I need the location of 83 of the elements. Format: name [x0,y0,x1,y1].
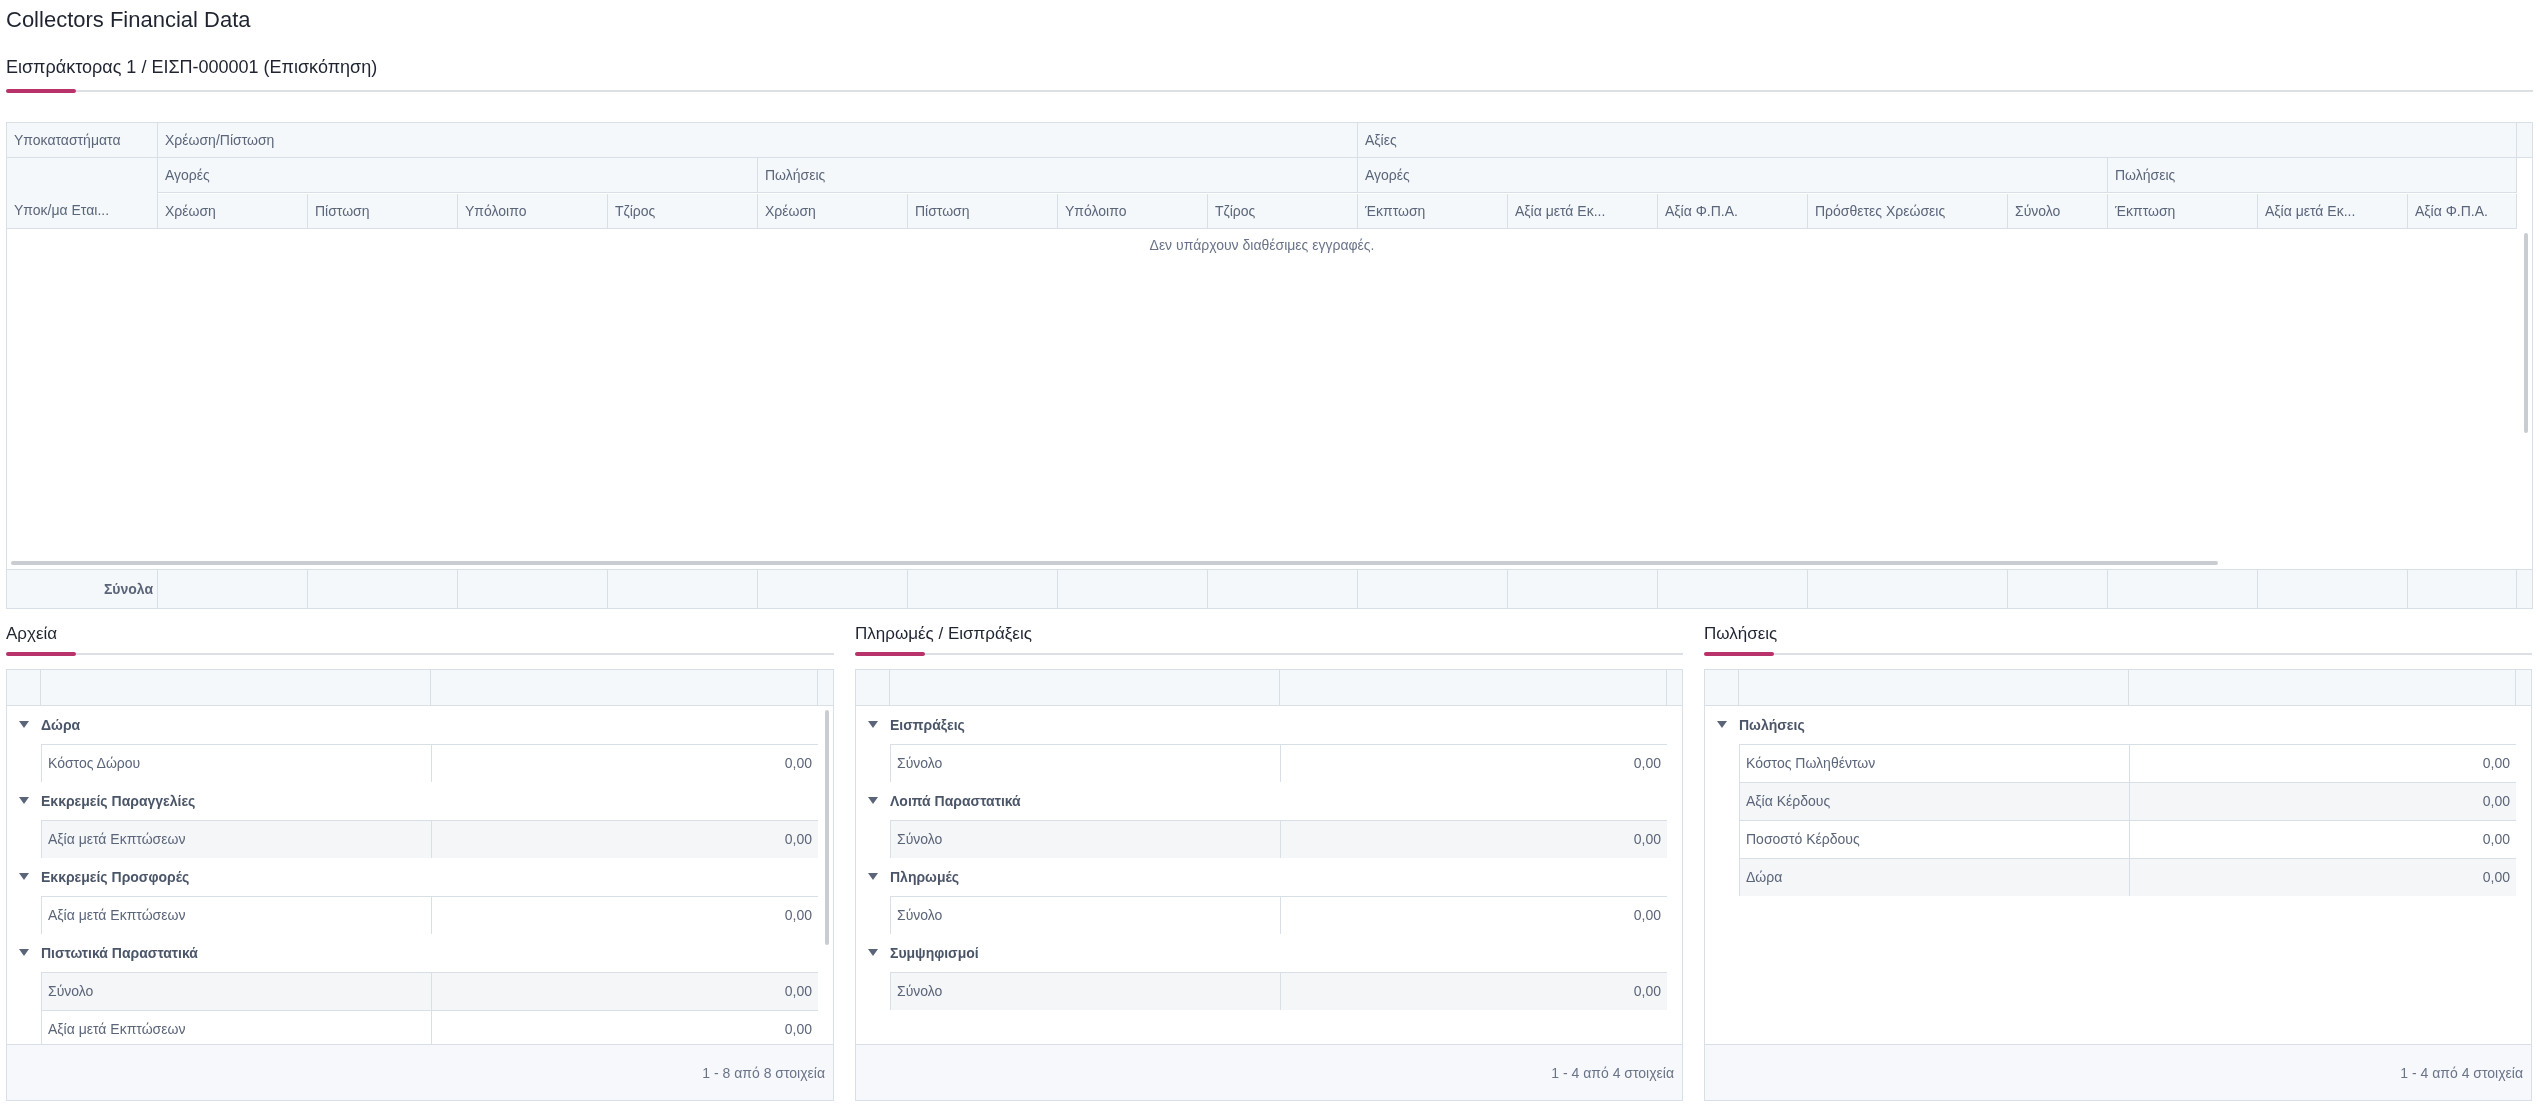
page-title: Collectors Financial Data [6,6,252,34]
table-cell: 0,00 [431,897,818,934]
caret-down-icon[interactable] [868,873,878,881]
table-cell: Αξία μετά Εκπτώσεων [41,821,431,858]
table-cell: Αξία μετά Εκπτώσεων [41,897,431,934]
caret-down-icon[interactable] [19,797,29,805]
column-group-header: Αγορές [1358,158,2108,193]
group-label: Εκκρεμείς Προσφορές [41,869,190,885]
table-cell: Αξία Κέρδους [1739,783,2129,820]
totals-label: Σύνολα [7,570,158,608]
table-cell: 0,00 [1280,821,1667,858]
column-header[interactable]: Αξία Φ.Π.Α. [1658,193,1808,229]
table-cell: Σύνολο [890,897,1280,934]
pager-info: 1 - 8 από 8 στοιχεία [702,1064,825,1081]
accent-bar [855,652,925,656]
group-label: Εκκρεμείς Παραγγελίες [41,793,196,809]
accent-bar [1704,652,1774,656]
group-label: Συμψηφισμοί [890,945,979,961]
caret-down-icon[interactable] [19,721,29,729]
column-header[interactable]: Υπόλοιπο [458,193,608,229]
table-cell: Σύνολο [890,745,1280,782]
table-cell: 0,00 [2129,745,2516,782]
table-cell: Κόστος Δώρου [41,745,431,782]
horizontal-scrollbar[interactable] [11,561,2218,565]
group-label: Πληρωμές [890,869,960,885]
accent-bar [6,89,76,93]
column-header[interactable]: Πρόσθετες Χρεώσεις [1808,193,2008,229]
table-cell: 0,00 [2129,821,2516,858]
group-label: Λοιπά Παραστατικά [890,793,1021,809]
section-title: Εισπράκτορας 1 / ΕΙΣΠ-000001 (Επισκόπηση) [6,56,378,79]
column-header[interactable]: Χρέωση [158,193,308,229]
table-cell: 0,00 [1280,745,1667,782]
group-label: Εισπράξεις [890,717,965,733]
table-cell: 0,00 [431,745,818,782]
column-header[interactable]: Αξία Φ.Π.Α. [2408,193,2517,229]
panel-title: Πληρωμές / Εισπράξεις [855,623,1032,645]
column-group-header: Χρέωση/Πίστωση [158,123,1358,158]
vertical-scrollbar[interactable] [2524,233,2528,433]
empty-message: Δεν υπάρχουν διαθέσιμες εγγραφές. [1148,237,1376,253]
pager-info: 1 - 4 από 4 στοιχεία [2400,1064,2523,1081]
caret-down-icon[interactable] [868,721,878,729]
column-header[interactable]: Τζίρος [608,193,758,229]
panel-title: Πωλήσεις [1704,623,1778,645]
pager-info: 1 - 4 από 4 στοιχεία [1551,1064,1674,1081]
column-header[interactable]: Πίστωση [308,193,458,229]
column-header[interactable]: Έκπτωση [2108,193,2258,229]
table-cell: Σύνολο [41,973,431,1010]
caret-down-icon[interactable] [19,949,29,957]
group-label: Πωλήσεις [1739,717,1805,733]
caret-down-icon[interactable] [868,949,878,957]
column-header[interactable]: Τζίρος [1208,193,1358,229]
table-cell: 0,00 [1280,973,1667,1010]
column-header[interactable]: Σύνολο [2008,193,2108,229]
table-cell: Σύνολο [890,973,1280,1010]
caret-down-icon[interactable] [19,873,29,881]
column-header[interactable]: Υποκ/μα Εται... [7,158,158,229]
table-cell: 0,00 [2129,859,2516,896]
column-header[interactable]: Έκπτωση [1358,193,1508,229]
table-cell: Ποσοστό Κέρδους [1739,821,2129,858]
column-group-header: Υποκαταστήματα [7,123,158,158]
column-header[interactable]: Υπόλοιπο [1058,193,1208,229]
caret-down-icon[interactable] [1717,721,1727,729]
accent-bar [6,652,76,656]
table-cell: 0,00 [1280,897,1667,934]
table-cell: 0,00 [431,821,818,858]
column-group-header: Αγορές [158,158,758,193]
table-cell: 0,00 [2129,783,2516,820]
vertical-scrollbar[interactable] [825,710,829,945]
column-group-header: Πωλήσεις [758,158,1358,193]
group-label: Δώρα [41,717,81,733]
column-group-header: Αξίες [1358,123,2517,158]
table-cell: Κόστος Πωληθέντων [1739,745,2129,782]
column-header[interactable]: Αξία μετά Εκ... [1508,193,1658,229]
column-header[interactable]: Αξία μετά Εκ... [2258,193,2408,229]
column-header[interactable]: Χρέωση [758,193,908,229]
panel-title: Αρχεία [6,623,58,645]
table-cell: Σύνολο [890,821,1280,858]
caret-down-icon[interactable] [868,797,878,805]
table-cell: Δώρα [1739,859,2129,896]
column-header[interactable]: Πίστωση [908,193,1058,229]
table-cell: 0,00 [431,973,818,1010]
column-group-header: Πωλήσεις [2108,158,2517,193]
group-label: Πιστωτικά Παραστατικά [41,945,198,961]
